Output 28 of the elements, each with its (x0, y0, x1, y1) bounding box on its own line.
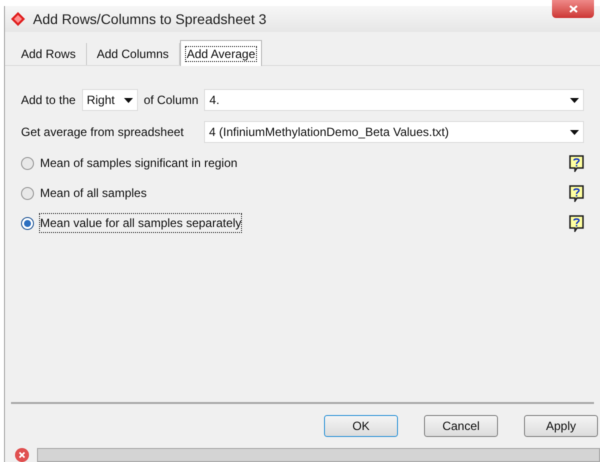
window-title: Add Rows/Columns to Spreadsheet 3 (33, 10, 266, 29)
dialog-button[interactable]: Cancel (424, 415, 498, 437)
radio-button[interactable] (21, 186, 34, 200)
field-label: Get average from spreadsheet (21, 124, 185, 141)
tab[interactable]: Add Average (180, 40, 262, 66)
side-dropdown[interactable]: Right (82, 89, 138, 111)
option-label: Mean value for all samples separately (40, 214, 242, 232)
field-label: Add to the (21, 92, 76, 109)
option-label: Mean of samples significant in region (40, 155, 238, 172)
help-icon[interactable] (569, 214, 584, 232)
tab[interactable]: Add Rows (11, 43, 87, 65)
help-icon[interactable] (569, 184, 584, 202)
dialog-button[interactable]: Apply (524, 415, 598, 437)
column-dropdown[interactable]: 4. (204, 89, 584, 111)
dialog-button[interactable]: OK (324, 415, 398, 437)
radio-button[interactable] (21, 156, 34, 170)
close-icon (568, 5, 578, 13)
dropdown-caret-icon (124, 98, 133, 102)
dropdown-caret-icon (570, 98, 579, 102)
field-label: of Column (144, 92, 198, 109)
close-button[interactable] (552, 0, 594, 18)
dropdown-caret-icon (570, 130, 579, 134)
error-icon (15, 448, 29, 462)
option-label: Mean of all samples (40, 185, 147, 202)
spreadsheet-dropdown[interactable]: 4 (InfiniumMethylationDemo_Beta Values.txt) (204, 121, 584, 143)
diamond-logo-icon (11, 12, 25, 26)
radio-button[interactable] (21, 216, 34, 230)
help-icon[interactable] (569, 154, 584, 172)
